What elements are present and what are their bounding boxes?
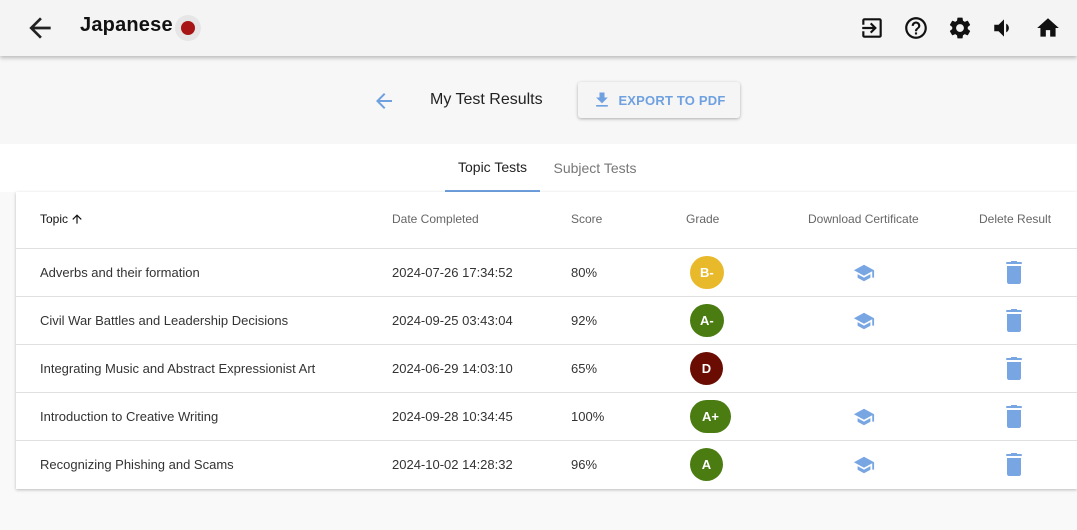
topic-header-label: Topic xyxy=(40,212,69,226)
sort-ascending-icon xyxy=(72,214,82,224)
table-row: Recognizing Phishing and Scams 2024-10-0… xyxy=(16,441,1077,489)
trash-icon xyxy=(1006,405,1022,428)
score-cell: 80% xyxy=(571,265,598,280)
column-header-date[interactable]: Date Completed xyxy=(392,212,479,226)
score-cell: 92% xyxy=(571,313,598,328)
topic-cell: Civil War Battles and Leadership Decisio… xyxy=(40,313,289,328)
score-cell: 96% xyxy=(571,457,598,472)
tab-subject-tests[interactable]: Subject Tests xyxy=(545,144,645,192)
arrow-left-icon xyxy=(376,93,392,109)
export-pdf-button[interactable]: EXPORT TO PDF xyxy=(578,82,740,118)
gear-icon xyxy=(949,17,971,39)
delete-result-button[interactable] xyxy=(1004,309,1024,333)
delete-result-button[interactable] xyxy=(1004,357,1024,381)
delete-result-button[interactable] xyxy=(1004,405,1024,429)
back-button[interactable] xyxy=(24,12,56,44)
table-row: Integrating Music and Abstract Expressio… xyxy=(16,345,1077,393)
volume-button[interactable] xyxy=(991,14,1017,42)
grade-badge: B- xyxy=(690,256,724,289)
grade-badge: D xyxy=(690,352,723,385)
tab-topic-tests[interactable]: Topic Tests xyxy=(445,144,540,192)
table-header: Topic Date Completed Score Grade Downloa… xyxy=(16,192,1077,249)
grade-badge: A- xyxy=(690,304,724,337)
help-icon xyxy=(905,17,927,39)
table-row: Adverbs and their formation 2024-07-26 1… xyxy=(16,249,1077,297)
grade-badge: A+ xyxy=(690,400,731,433)
help-button[interactable] xyxy=(903,14,929,42)
trash-icon xyxy=(1006,357,1022,380)
download-certificate-button[interactable] xyxy=(852,454,876,476)
results-back-button[interactable] xyxy=(372,89,396,113)
home-button[interactable] xyxy=(1035,14,1061,42)
graduation-cap-icon xyxy=(853,408,875,426)
home-icon xyxy=(1037,18,1059,37)
delete-result-button[interactable] xyxy=(1004,261,1024,285)
page-title: My Test Results xyxy=(430,91,543,108)
download-certificate-button[interactable] xyxy=(852,310,876,332)
results-header: My Test Results EXPORT TO PDF xyxy=(0,56,1077,144)
date-cell: 2024-10-02 14:28:32 xyxy=(392,457,513,472)
table-row: Civil War Battles and Leadership Decisio… xyxy=(16,297,1077,345)
score-cell: 65% xyxy=(571,361,598,376)
download-icon xyxy=(596,92,609,107)
settings-button[interactable] xyxy=(947,14,973,42)
download-certificate-button[interactable] xyxy=(852,262,876,284)
topic-cell: Adverbs and their formation xyxy=(40,265,200,280)
table-row: Introduction to Creative Writing 2024-09… xyxy=(16,393,1077,441)
graduation-cap-icon xyxy=(853,264,875,282)
column-header-topic[interactable]: Topic xyxy=(40,212,84,226)
tab-bar: Topic Tests Subject Tests xyxy=(0,144,1077,192)
toolbar-icons xyxy=(859,14,1061,42)
topic-cell: Recognizing Phishing and Scams xyxy=(40,457,234,472)
column-header-delete: Delete Result xyxy=(979,212,1052,226)
grade-badge: A xyxy=(690,448,723,481)
exit-button[interactable] xyxy=(859,14,885,42)
delete-result-button[interactable] xyxy=(1004,453,1024,477)
arrow-left-icon xyxy=(29,17,51,39)
trash-icon xyxy=(1006,261,1022,284)
column-header-certificate: Download Certificate xyxy=(808,212,919,226)
date-cell: 2024-09-25 03:43:04 xyxy=(392,313,513,328)
date-cell: 2024-06-29 14:03:10 xyxy=(392,361,513,376)
volume-icon xyxy=(994,19,1009,37)
date-cell: 2024-09-28 10:34:45 xyxy=(392,409,513,424)
trash-icon xyxy=(1006,309,1022,332)
topic-cell: Introduction to Creative Writing xyxy=(40,409,219,424)
date-cell: 2024-07-26 17:34:52 xyxy=(392,265,513,280)
score-cell: 100% xyxy=(571,409,605,424)
graduation-cap-icon xyxy=(853,312,875,330)
download-certificate-button[interactable] xyxy=(852,406,876,428)
column-header-score[interactable]: Score xyxy=(571,212,602,226)
japan-flag-icon xyxy=(175,15,201,41)
app-bar: Japanese xyxy=(0,0,1077,56)
export-pdf-label: EXPORT TO PDF xyxy=(618,92,726,108)
exit-icon xyxy=(862,18,882,38)
trash-icon xyxy=(1006,453,1022,476)
column-header-grade[interactable]: Grade xyxy=(686,212,719,226)
results-table: Topic Date Completed Score Grade Downloa… xyxy=(16,192,1077,489)
app-title: Japanese xyxy=(80,14,173,36)
topic-cell: Integrating Music and Abstract Expressio… xyxy=(40,361,316,376)
graduation-cap-icon xyxy=(853,456,875,474)
